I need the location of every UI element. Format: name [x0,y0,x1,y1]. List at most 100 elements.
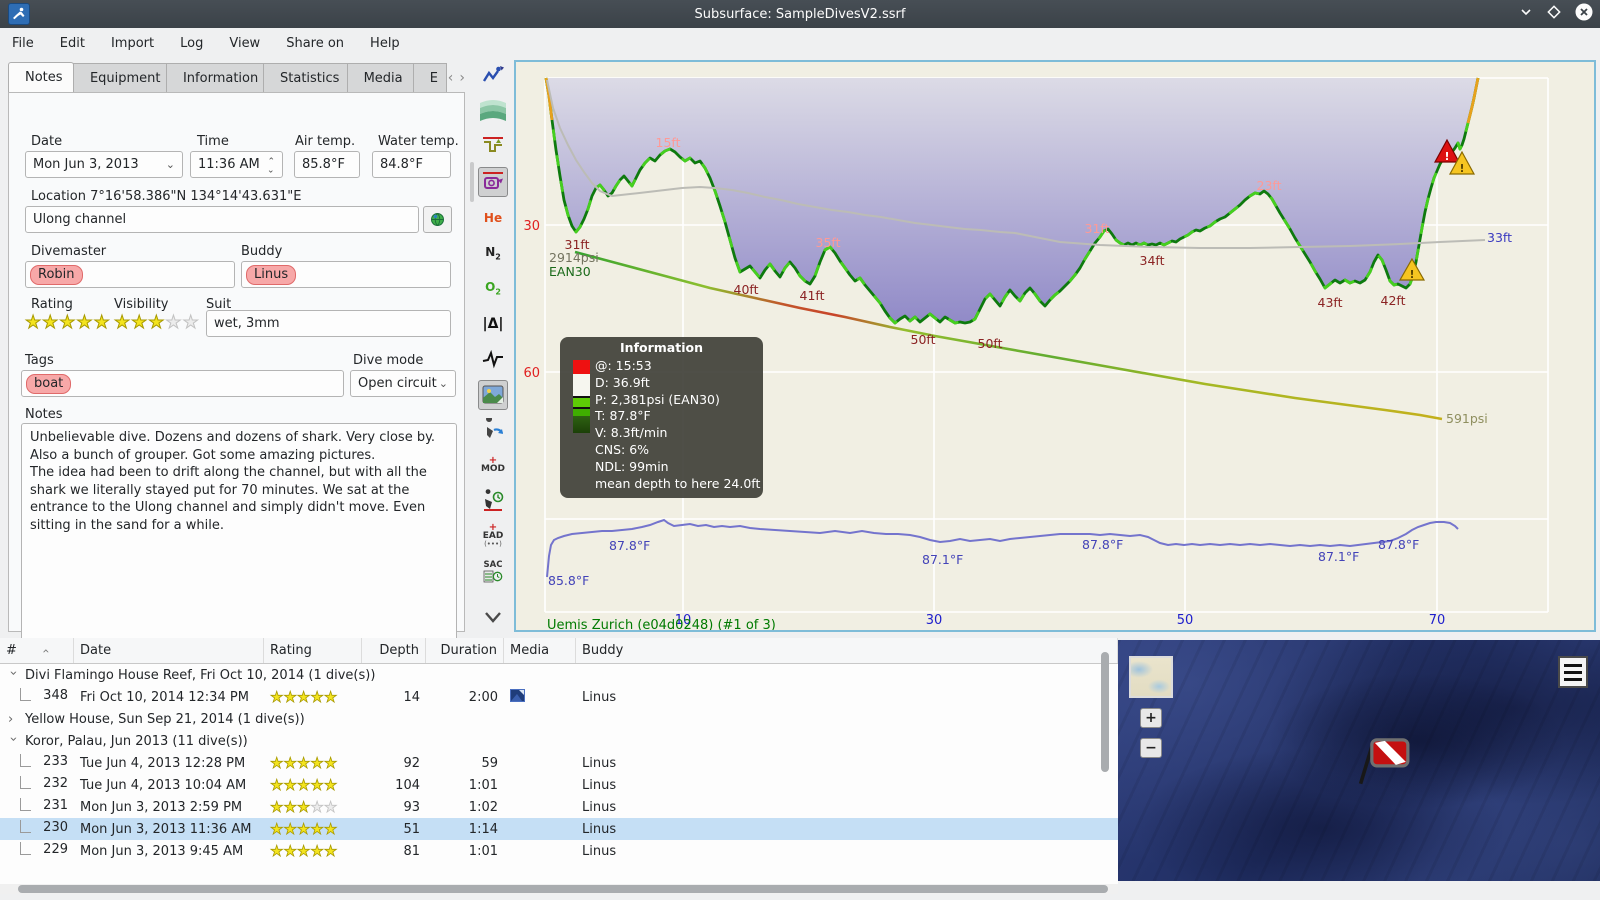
toggle-mod-button[interactable]: + MOD [478,450,508,480]
star-icon[interactable]: ★ [270,820,284,838]
visibility-stars[interactable]: ★ ★ ★ ★ ★ [113,313,199,332]
profile-calculated-ceiling-button[interactable] [478,132,508,162]
column-header-buddy[interactable]: Buddy [576,638,1118,663]
notes-textarea[interactable]: Unbelievable dive. Dozens and dozens of … [21,423,457,643]
divemaster-field[interactable]: Robin [25,261,235,288]
tag-boat[interactable]: boat [26,373,72,394]
map-zoom-out-button[interactable]: − [1140,738,1162,758]
dive-row-233[interactable]: 233 Tue Jun 4, 2013 12:28 PM ★★★★★ 92 59 Linu… [0,752,1118,774]
profile-swimmer-button[interactable] [478,61,508,91]
toggle-ead-button[interactable]: + EAD (•••) [478,521,508,551]
star-icon[interactable]: ★ [59,313,76,332]
dive-site-map[interactable]: + − [1118,640,1600,881]
star-icon[interactable]: ★ [283,754,297,772]
tab-media[interactable]: Media [346,63,414,92]
star-icon[interactable]: ★ [113,313,130,332]
star-icon[interactable]: ★ [283,776,297,794]
star-icon[interactable]: ★ [270,842,284,860]
column-header-num[interactable]: # › [0,638,74,663]
toggle-dc-ceiling-button[interactable] [478,415,508,445]
tab-equipment[interactable]: Equipment [72,63,167,92]
media-photo-icon[interactable] [510,688,525,702]
minimize-button[interactable] [1518,4,1534,24]
dive-row-232[interactable]: 232 Tue Jun 4, 2013 10:04 AM ★★★★★ 104 1:01 L… [0,774,1118,796]
dive-row-229[interactable]: 229 Mon Jun 3, 2013 9:45 AM ★★★★★ 81 1:01 Lin… [0,840,1118,862]
expand-icon[interactable]: › [8,712,18,727]
star-icon[interactable]: ★ [296,776,310,794]
sort-ascending-icon[interactable]: › [38,648,52,653]
buddy-tag[interactable]: Linus [246,264,297,285]
collapse-icon[interactable]: › [6,670,21,680]
buddy-field[interactable]: Linus [241,261,451,288]
star-icon[interactable]: ★ [165,313,182,332]
map-globe-button[interactable] [423,206,452,233]
trip-row[interactable]: › Koror, Palau, Jun 2013 (11 dive(s)) [0,730,1118,752]
column-header-duration[interactable]: Duration [426,638,504,663]
date-select[interactable]: Mon Jun 3, 2013 ⌄ [25,151,183,178]
toggle-photos-button[interactable] [478,379,508,410]
menu-log[interactable]: Log [180,36,203,51]
divemaster-tag[interactable]: Robin [30,264,83,285]
dive-mode-select[interactable]: Open circuit ⌄ [350,370,456,397]
toggle-heartrate-button[interactable] [478,344,508,374]
information-tooltip[interactable]: Information @: 15:53 D: 36.9ft P: 2,381psi… [560,337,763,498]
location-field[interactable]: Ulong channel [25,206,419,233]
star-icon[interactable]: ★ [296,754,310,772]
star-icon[interactable]: ★ [270,798,284,816]
toggle-gradient-factor-button[interactable]: |Δ| [478,309,508,339]
dive-profile-chart[interactable]: ! ! ! 30 60 10 30 50 70 31ft 2914psi EAN… [514,60,1596,633]
map-zoom-in-button[interactable]: + [1140,708,1162,728]
trip-row[interactable]: › Divi Flamingo House Reef, Fri Oct 10, 2… [0,664,1118,686]
column-header-date[interactable]: Date [74,638,264,663]
tab-scroll-right-icon[interactable]: › [459,70,465,86]
star-icon[interactable]: ★ [93,313,110,332]
toggle-helium-button[interactable]: He [478,203,508,233]
scrollbar-thumb[interactable] [18,885,1108,893]
tab-scroll-left-icon[interactable]: ‹ [448,70,454,86]
star-icon[interactable]: ★ [296,798,310,816]
star-icon[interactable]: ★ [283,798,297,816]
maximize-button[interactable] [1546,4,1562,24]
star-icon[interactable]: ★ [323,754,337,772]
menu-help[interactable]: Help [370,36,400,51]
rating-stars[interactable]: ★ ★ ★ ★ ★ [24,313,110,332]
star-icon[interactable]: ★ [270,754,284,772]
star-icon[interactable]: ★ [283,842,297,860]
star-icon[interactable]: ★ [310,754,324,772]
dive-row-348[interactable]: 348 Fri Oct 10, 2014 12:34 PM ★★★★★ 14 2:00 L… [0,686,1118,708]
tab-e[interactable]: E [412,63,447,92]
star-icon[interactable]: ★ [323,842,337,860]
star-icon[interactable]: ★ [42,313,59,332]
suit-field[interactable]: wet, 3mm [206,310,451,337]
star-icon[interactable]: ★ [270,776,284,794]
toggle-sac-button[interactable]: SAC [478,557,508,587]
star-icon[interactable]: ★ [148,313,165,332]
star-icon[interactable]: ★ [24,313,41,332]
toggle-ndl-button[interactable] [478,486,508,516]
close-button[interactable] [1574,2,1594,26]
menu-share-on[interactable]: Share on [286,36,344,51]
time-spinner[interactable]: 11:36 AM ⌃ ⌃ [190,151,283,178]
scroll-down-button[interactable] [478,602,508,632]
star-icon[interactable]: ★ [310,688,324,706]
star-icon[interactable]: ★ [310,842,324,860]
water-temp-field[interactable]: 84.8°F [372,151,451,178]
star-icon[interactable]: ★ [182,313,199,332]
spin-arrows-icon[interactable]: ⌃ ⌃ [267,157,275,173]
collapse-icon[interactable]: › [6,736,21,746]
dive-row-231[interactable]: 231 Mon Jun 3, 2013 2:59 PM ★★★★★ 93 1:02 Lin… [0,796,1118,818]
column-header-rating[interactable]: Rating [264,638,362,663]
menu-import[interactable]: Import [111,36,154,51]
star-icon[interactable]: ★ [296,820,310,838]
menu-edit[interactable]: Edit [60,36,85,51]
tab-statistics[interactable]: Statistics [263,63,348,92]
star-icon[interactable]: ★ [323,820,337,838]
star-icon[interactable]: ★ [283,688,297,706]
star-icon[interactable]: ★ [76,313,93,332]
star-icon[interactable]: ★ [310,820,324,838]
star-icon[interactable]: ★ [283,820,297,838]
tags-field[interactable]: boat [21,370,344,397]
tab-notes[interactable]: Notes [8,62,74,92]
column-header-depth[interactable]: Depth [362,638,426,663]
star-icon[interactable]: ★ [310,798,324,816]
